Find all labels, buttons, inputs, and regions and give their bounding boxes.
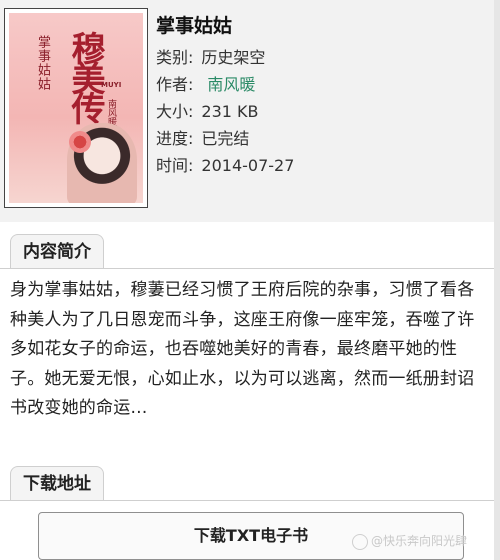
watermark: @快乐奔向阳光肆	[352, 532, 467, 550]
cover-brand: MUYI	[101, 81, 122, 89]
scrollbar[interactable]	[494, 0, 500, 560]
watermark-text: @快乐奔向阳光肆	[371, 534, 468, 548]
author-label: 作者:	[156, 75, 194, 94]
author-row: 作者: 南风暖	[156, 71, 294, 98]
section-divider	[0, 500, 494, 501]
book-info: 掌事姑姑 类别: 历史架空 作者: 南风暖 大小: 231 KB 进度: 已完结 时间:…	[156, 12, 294, 179]
size-label: 大小:	[156, 102, 194, 121]
cover-author: 南风暖	[106, 99, 116, 126]
category-label: 类别:	[156, 48, 194, 67]
book-header: 掌事姑姑 穆美传 MUYI 南风暖 掌事姑姑 类别: 历史架空 作者: 南风暖 大小…	[0, 0, 500, 222]
book-title: 掌事姑姑	[156, 15, 233, 37]
cover-title: 穆美传	[65, 31, 105, 121]
category-row: 类别: 历史架空	[156, 44, 294, 71]
status-label: 进度:	[156, 129, 194, 148]
time-label: 时间:	[156, 156, 194, 175]
cover-flower	[69, 131, 91, 153]
time-row: 时间: 2014-07-27	[156, 152, 294, 179]
tab-download: 下载地址	[10, 466, 104, 501]
time-value: 2014-07-27	[201, 156, 295, 175]
size-row: 大小: 231 KB	[156, 98, 294, 125]
book-cover[interactable]: 掌事姑姑 穆美传 MUYI 南风暖	[4, 8, 148, 208]
status-row: 进度: 已完结	[156, 125, 294, 152]
tab-intro: 内容简介	[10, 234, 104, 269]
book-detail-page: 掌事姑姑 穆美传 MUYI 南风暖 掌事姑姑 类别: 历史架空 作者: 南风暖 大小…	[0, 0, 500, 560]
section-divider	[0, 268, 494, 269]
status-value: 已完结	[201, 129, 250, 148]
author-link[interactable]: 南风暖	[207, 75, 255, 94]
watermark-icon	[352, 533, 368, 550]
category-value: 历史架空	[201, 48, 266, 67]
cover-art: 掌事姑姑 穆美传 MUYI 南风暖	[9, 13, 143, 203]
size-value: 231 KB	[201, 102, 259, 121]
cover-subtitle: 掌事姑姑	[35, 35, 50, 91]
intro-text: 身为掌事姑姑，穆萋已经习惯了王府后院的杂事，习惯了看各种美人为了几日恩宠而斗争，…	[10, 280, 475, 418]
